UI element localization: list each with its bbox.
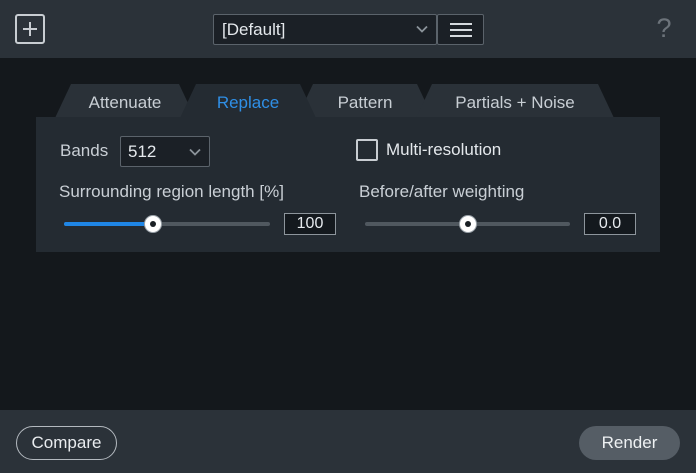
- before-after-weighting-label: Before/after weighting: [359, 182, 525, 201]
- preset-menu-button[interactable]: [437, 14, 484, 45]
- multi-resolution-checkbox[interactable]: [356, 139, 378, 161]
- render-button[interactable]: Render: [579, 426, 680, 460]
- tab-label: Pattern: [337, 93, 393, 112]
- compare-button[interactable]: Compare: [16, 426, 117, 460]
- surrounding-region-label: Surrounding region length [%]: [59, 182, 284, 201]
- surrounding-region-slider[interactable]: [64, 222, 270, 226]
- plus-icon-stroke: [29, 22, 31, 36]
- tab-attenuate[interactable]: Attenuate: [55, 84, 195, 118]
- top-toolbar: [Default] ?: [0, 0, 696, 58]
- hamburger-icon: [450, 23, 472, 25]
- chevron-down-icon: [416, 25, 428, 33]
- preset-dropdown[interactable]: [Default]: [213, 14, 437, 45]
- slider-fill: [64, 222, 153, 226]
- help-icon[interactable]: ?: [652, 12, 676, 44]
- bands-label: Bands: [60, 141, 109, 160]
- before-after-weighting-slider-handle[interactable]: [458, 215, 477, 233]
- tab-replace[interactable]: Replace: [180, 84, 316, 118]
- multi-resolution-label: Multi-resolution: [386, 140, 502, 159]
- tab-label: Replace: [216, 93, 280, 112]
- hamburger-icon-line: [450, 29, 472, 31]
- bottom-toolbar: Compare Render: [0, 410, 696, 473]
- surrounding-region-value[interactable]: 100: [284, 213, 336, 235]
- chevron-down-icon: [189, 148, 201, 156]
- surrounding-region-slider-handle[interactable]: [143, 215, 162, 233]
- bands-dropdown[interactable]: 512: [120, 136, 210, 167]
- tab-pattern[interactable]: Pattern: [297, 84, 433, 118]
- tab-partials-noise[interactable]: Partials + Noise: [416, 84, 614, 118]
- tab-label: Attenuate: [88, 93, 162, 112]
- tab-label: Partials + Noise: [455, 93, 575, 112]
- add-module-button[interactable]: [15, 14, 45, 44]
- bands-value: 512: [128, 142, 157, 161]
- hamburger-icon-line: [450, 35, 472, 37]
- before-after-weighting-value[interactable]: 0.0: [584, 213, 636, 235]
- preset-value: [Default]: [222, 20, 286, 39]
